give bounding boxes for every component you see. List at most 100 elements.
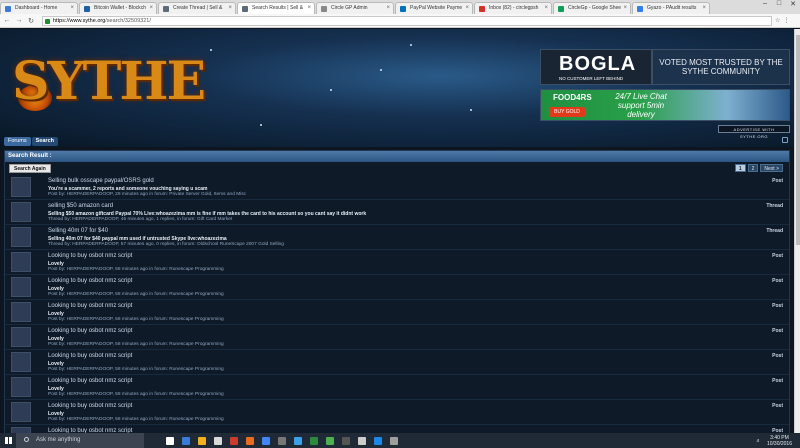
avatar[interactable]	[11, 277, 31, 297]
avatar[interactable]	[11, 327, 31, 347]
breadcrumb-current: Search	[31, 136, 58, 146]
taskbar-app-icon[interactable]	[226, 433, 242, 448]
tab-close-icon[interactable]: ×	[465, 3, 469, 14]
result-title[interactable]: Looking to buy osbot nmz script	[48, 253, 132, 259]
result-title[interactable]: selling $50 amazon card	[48, 203, 113, 209]
tab-close-icon[interactable]: ×	[544, 3, 548, 14]
result-title[interactable]: Looking to buy osbot nmz script	[48, 328, 132, 334]
browser-tab[interactable]: Gyazo - PAudit results ×	[632, 2, 710, 14]
minimize-icon[interactable]: –	[758, 0, 772, 10]
result-title[interactable]: Selling 40m 07 for $40	[48, 228, 108, 234]
food4rs-banner[interactable]: FOOD4RS BUY GOLD 24/7 Live Chat support …	[540, 89, 790, 121]
tab-label: Bitcoin Wallet - Blockch	[94, 5, 147, 11]
avatar[interactable]	[11, 177, 31, 197]
menu-icon[interactable]: ⋮	[783, 17, 789, 24]
avatar[interactable]	[11, 402, 31, 422]
taskbar-app-icon[interactable]	[354, 433, 370, 448]
avatar[interactable]	[11, 302, 31, 322]
browser-tab[interactable]: Inbox (82) - circlegpsh ×	[474, 2, 552, 14]
site-logo[interactable]: SYTHE	[12, 51, 206, 112]
reload-icon[interactable]: ↻	[26, 17, 36, 25]
breadcrumb-forums[interactable]: Forums	[4, 136, 31, 146]
result-title[interactable]: Selling bulk osscape paypal/OSRS gold	[48, 178, 154, 184]
taskbar-app-icon[interactable]	[194, 433, 210, 448]
url-host: https://www.sythe.org	[53, 17, 106, 24]
taskbar-app-icon[interactable]	[162, 433, 178, 448]
browser-tab[interactable]: Search Results | Sell & ×	[237, 2, 315, 14]
taskbar-app-icon[interactable]	[386, 433, 402, 448]
star-icon[interactable]: ☆	[775, 17, 780, 24]
avatar[interactable]	[11, 227, 31, 247]
tab-close-icon[interactable]: ×	[70, 3, 74, 14]
clock-time: 3:40 PM	[770, 434, 789, 441]
page-link[interactable]: Next >	[760, 164, 783, 172]
tab-close-icon[interactable]: ×	[307, 3, 311, 14]
tab-favicon-icon	[5, 6, 11, 12]
tab-close-icon[interactable]: ×	[149, 3, 153, 14]
maximize-icon[interactable]: □	[772, 0, 786, 10]
page-link[interactable]: 1	[734, 164, 746, 172]
result-title[interactable]: Looking to buy osbot nmz script	[48, 353, 132, 359]
result-title[interactable]: Looking to buy osbot nmz script	[48, 378, 132, 384]
bogla-banner[interactable]: BOGLA NO CUSTOMER LEFT BEHIND	[540, 49, 652, 85]
buy-gold-button[interactable]: BUY GOLD	[549, 107, 585, 117]
search-again-button[interactable]: Search Again	[9, 164, 51, 173]
voted-banner[interactable]: VOTED MOST TRUSTED BY THE SYTHE COMMUNIT…	[652, 49, 790, 85]
result-title[interactable]: Looking to buy osbot nmz script	[48, 278, 132, 284]
result-type: Post	[772, 328, 783, 334]
browser-tab[interactable]: Create Thread | Sell & ×	[158, 2, 236, 14]
browser-tab[interactable]: Circle GP Admin ×	[316, 2, 394, 14]
page-scrollbar[interactable]	[794, 29, 800, 433]
bookmark-icon[interactable]	[782, 137, 788, 143]
scrollbar-thumb[interactable]	[796, 35, 800, 245]
tab-favicon-icon	[637, 6, 643, 12]
avatar[interactable]	[11, 202, 31, 222]
taskbar-app-icon[interactable]	[210, 433, 226, 448]
taskbar-app-icon[interactable]	[274, 433, 290, 448]
tab-close-icon[interactable]: ×	[702, 3, 706, 14]
avatar[interactable]	[11, 252, 31, 272]
forward-icon[interactable]: →	[14, 17, 24, 24]
taskbar-app-icon[interactable]	[178, 433, 194, 448]
tab-close-icon[interactable]: ×	[228, 3, 232, 14]
tab-favicon-icon	[163, 6, 169, 12]
browser-tab-strip: Dashboard - Home × Bitcoin Wallet - Blockc…	[0, 0, 800, 14]
advertise-link[interactable]: ADVERTISE WITH SYTHE.ORG	[718, 125, 790, 139]
back-icon[interactable]: ←	[2, 17, 12, 24]
result-type: Thread	[766, 203, 783, 209]
browser-tab[interactable]: Dashboard - Home ×	[0, 2, 78, 14]
results-toolbar: Search Again 1 2 Next >	[5, 162, 789, 175]
volume-icon[interactable]: ♬	[756, 438, 761, 444]
result-title[interactable]: Looking to buy osbot nmz script	[48, 403, 132, 409]
taskbar-app-icon[interactable]	[242, 433, 258, 448]
browser-tab[interactable]: Bitcoin Wallet - Blockch ×	[79, 2, 157, 14]
avatar[interactable]	[11, 352, 31, 372]
tab-label: Gyazo - PAudit results	[647, 5, 697, 11]
taskbar-app-icon[interactable]	[258, 433, 274, 448]
clock[interactable]: 3:40 PM 10/30/2016	[767, 435, 792, 447]
page-link[interactable]: 2	[747, 164, 759, 172]
taskbar-app-icon[interactable]	[370, 433, 386, 448]
cortana-placeholder: Ask me anything	[36, 437, 81, 443]
result-row: Looking to buy osbot nmz scriptLovelyPos…	[5, 275, 789, 300]
clock-date: 10/30/2016	[766, 440, 792, 447]
close-window-icon[interactable]: ✕	[786, 0, 800, 10]
pagination: 1 2 Next >	[734, 164, 783, 172]
cortana-search[interactable]: Ask me anything	[16, 433, 144, 448]
result-meta: Post by: HERPADERPADOOP, 58 minutes ago …	[48, 292, 224, 297]
browser-tab[interactable]: CircleGp - Google Shee ×	[553, 2, 631, 14]
tab-close-icon[interactable]: ×	[386, 3, 390, 14]
url-field[interactable]: https://www.sythe.org/search/32509321/	[42, 15, 772, 26]
windows-start-icon[interactable]	[0, 433, 16, 448]
result-meta: Thread by: HERPADERPADOOP, 57 minutes ag…	[48, 242, 284, 247]
result-title[interactable]: Looking to buy osbot nmz script	[48, 303, 132, 309]
tab-favicon-icon	[84, 6, 90, 12]
tab-favicon-icon	[479, 6, 485, 12]
taskbar-app-icon[interactable]	[306, 433, 322, 448]
avatar[interactable]	[11, 377, 31, 397]
browser-tab[interactable]: PayPal Website Payme ×	[395, 2, 473, 14]
taskbar-app-icon[interactable]	[338, 433, 354, 448]
taskbar-app-icon[interactable]	[290, 433, 306, 448]
tab-close-icon[interactable]: ×	[623, 3, 627, 14]
taskbar-app-icon[interactable]	[322, 433, 338, 448]
